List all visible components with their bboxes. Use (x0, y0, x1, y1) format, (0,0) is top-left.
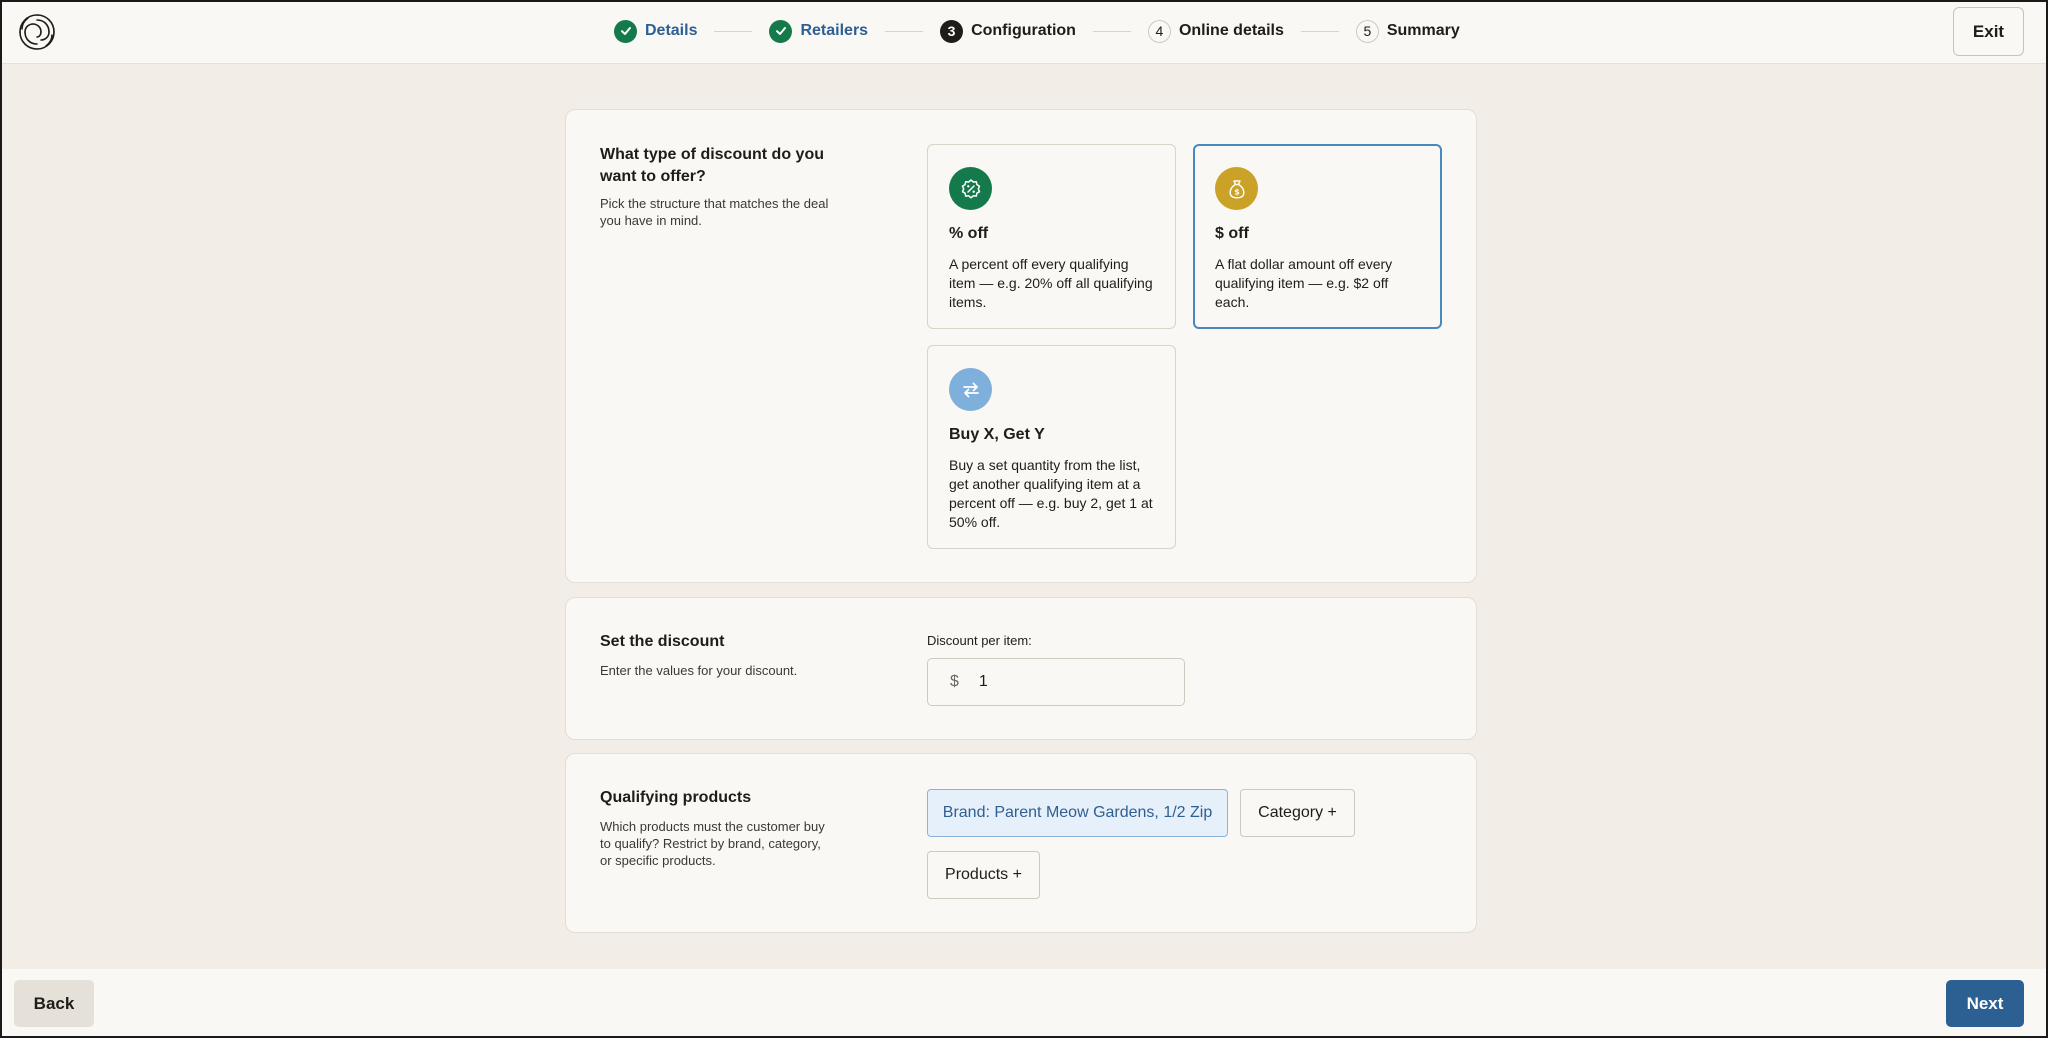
step-label: Online details (1178, 22, 1284, 39)
section-title: Qualifying products (600, 789, 752, 806)
step-label: Retailers (800, 22, 869, 39)
option-title: $ off (1215, 225, 1249, 242)
step-connector (1092, 30, 1131, 32)
top-bar: Details Retailers 3 Configuration 4 Onli… (2, 2, 2046, 64)
exit-button[interactable]: Exit (1953, 7, 2024, 56)
money-bag-icon: $ (1215, 167, 1258, 210)
brand-logo-icon[interactable] (16, 11, 58, 53)
section-description: Pick the structure that matches the deal… (600, 196, 829, 228)
option-percent-off[interactable]: % off A percent off every qualifying ite… (927, 144, 1176, 329)
step-connector (714, 30, 753, 32)
check-icon (614, 19, 637, 43)
option-description: A flat dollar amount off every qualifyin… (1215, 256, 1393, 310)
qualifying-products-section: Qualifying products Which products must … (565, 753, 1477, 933)
section-title: Set the discount (600, 633, 725, 650)
step-number: 4 (1147, 19, 1171, 43)
percent-badge-icon (949, 167, 992, 210)
section-description: Enter the values for your discount. (600, 663, 798, 678)
step-online-details[interactable]: 4 Online details (1147, 19, 1284, 43)
option-description: A percent off every qualifying item — e.… (949, 256, 1153, 310)
category-filter-chip[interactable]: Category + (1240, 789, 1355, 837)
brand-filter-chip[interactable]: Brand: Parent Meow Gardens, 1/2 Zip (927, 789, 1228, 837)
step-configuration[interactable]: 3 Configuration (940, 19, 1076, 43)
discount-per-item-label: Discount per item: (927, 633, 1032, 648)
step-label: Details (645, 22, 698, 39)
step-number: 3 (940, 19, 964, 43)
option-dollar-off[interactable]: $ $ off A flat dollar amount off every q… (1193, 144, 1442, 329)
progress-stepper: Details Retailers 3 Configuration 4 Onli… (614, 19, 1460, 43)
section-title: What type of discount do you want to off… (600, 146, 824, 185)
step-label: Configuration (971, 22, 1076, 39)
step-connector (885, 30, 924, 32)
step-number: 5 (1355, 19, 1379, 43)
section-description: Which products must the customer buy to … (600, 819, 825, 868)
step-summary[interactable]: 5 Summary (1355, 19, 1460, 43)
check-icon (769, 19, 793, 43)
currency-prefix: $ (950, 673, 959, 690)
option-title: Buy X, Get Y (949, 426, 1045, 443)
discount-amount-input[interactable] (978, 673, 1159, 691)
discount-per-item-field[interactable]: $ (927, 658, 1185, 706)
bottom-action-bar: Back Next (2, 969, 2046, 1036)
step-details[interactable]: Details (614, 19, 698, 43)
option-title: % off (949, 225, 989, 242)
svg-text:$: $ (1234, 187, 1240, 196)
products-filter-chip[interactable]: Products + (927, 851, 1040, 899)
step-retailers[interactable]: Retailers (769, 19, 869, 43)
swap-arrows-icon (949, 368, 992, 411)
next-button[interactable]: Next (1946, 980, 2024, 1027)
option-description: Buy a set quantity from the list, get an… (949, 457, 1153, 530)
step-connector (1300, 30, 1339, 32)
back-button[interactable]: Back (14, 980, 94, 1027)
set-discount-section: Set the discount Enter the values for yo… (565, 597, 1477, 740)
option-buy-x-get-y[interactable]: Buy X, Get Y Buy a set quantity from the… (927, 345, 1176, 549)
step-label: Summary (1386, 22, 1460, 39)
discount-type-section: What type of discount do you want to off… (565, 109, 1477, 583)
